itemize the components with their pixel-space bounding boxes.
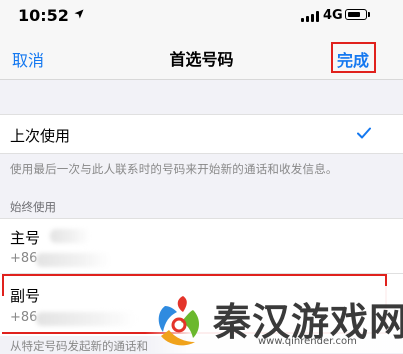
watermark-logo-icon — [158, 296, 199, 346]
watermark-url: www.qinrender.com — [258, 336, 357, 347]
redacted-label-blur — [50, 229, 90, 243]
option-recent-label: 上次使用 — [10, 127, 71, 145]
network-type: 4G — [323, 8, 343, 23]
status-time: 10:52 — [18, 6, 69, 25]
always-use-description: 从特定号码发起新的通话和 — [10, 339, 148, 353]
option-primary-number[interactable]: 主号 +86 — [0, 218, 403, 273]
option-recent[interactable]: 上次使用 — [0, 114, 403, 154]
recent-description: 使用最后一次与此人联系时的号码来开始新的通话和收发信息。 — [10, 162, 338, 176]
status-bar: 10:52 4G — [0, 0, 403, 34]
battery-icon — [345, 9, 367, 20]
option-primary-number-prefix: +86 — [10, 251, 38, 266]
option-primary-label: 主号 — [10, 229, 41, 247]
secondary-number-highlight-edge — [2, 274, 4, 296]
done-button-highlight — [331, 42, 376, 73]
signal-bars-icon — [301, 11, 319, 22]
battery-tip — [368, 12, 370, 17]
location-arrow-icon — [74, 9, 84, 19]
redacted-number-blur — [36, 253, 111, 267]
section-header-always-use: 始终使用 — [10, 200, 56, 214]
checkmark-icon — [357, 127, 371, 139]
